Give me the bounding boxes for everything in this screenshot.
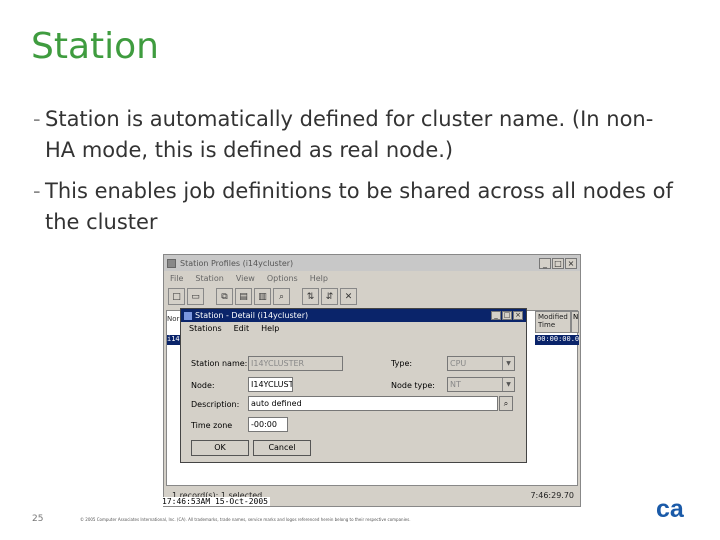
bullet-2: - This enables job definitions to be sha… (33, 176, 693, 238)
description-label: Description: (191, 400, 240, 409)
dialog-titlebar: Station - Detail (i14ycluster) _ □ × (181, 309, 526, 322)
type-select[interactable]: CPU ▼ (447, 356, 515, 371)
station-profiles-titlebar: Station Profiles (i14ycluster) _ □ × (164, 255, 580, 271)
dialog-minimize-button[interactable]: _ (491, 311, 501, 320)
outer-toolbar: □ ▭ ⧉ ▤ ▥ ⌕ ⇅ ⇵ ✕ (168, 288, 357, 308)
type-label: Type: (391, 359, 413, 368)
chevron-down-icon[interactable]: ▼ (502, 357, 514, 370)
print-icon[interactable]: ▤ (235, 288, 252, 305)
maximize-button[interactable]: □ (552, 257, 564, 269)
node-type-label: Node type: (391, 381, 435, 390)
time-zone-field[interactable]: -00:00 (248, 417, 288, 432)
station-name-label: Station name: (191, 359, 248, 368)
menu-station[interactable]: Station (195, 274, 223, 283)
page-number: 25 (32, 514, 44, 524)
bullet-text: Station is automatically defined for clu… (45, 107, 654, 162)
menu-edit[interactable]: Edit (234, 324, 250, 333)
menu-view[interactable]: View (236, 274, 255, 283)
time-zone-label: Time zone (191, 421, 233, 430)
menu-help[interactable]: Help (261, 324, 279, 333)
close-list-icon[interactable]: ✕ (340, 288, 357, 305)
window-title: Station Profiles (i14ycluster) (180, 258, 294, 268)
sort-desc-icon[interactable]: ⇵ (321, 288, 338, 305)
dialog-close-button[interactable]: × (513, 311, 523, 320)
type-value: CPU (450, 359, 467, 368)
copyright-text: © 2005 Computer Associates International… (80, 517, 411, 522)
timestamp-overlay: 17:46:53AM 15-Oct-2005 (160, 497, 270, 506)
ca-logo: ca (656, 496, 685, 522)
menu-options[interactable]: Options (267, 274, 298, 283)
menu-help[interactable]: Help (310, 274, 328, 283)
app-icon (167, 258, 176, 268)
station-detail-dialog: Station - Detail (i14ycluster) _ □ × Sta… (180, 308, 527, 463)
modified-time-cell[interactable]: 00:00:00.0 (535, 335, 579, 345)
node-field[interactable]: I14YCLUST (248, 377, 293, 392)
ok-button[interactable]: OK (191, 440, 249, 456)
chevron-down-icon[interactable]: ▼ (502, 378, 514, 391)
sort-asc-icon[interactable]: ⇅ (302, 288, 319, 305)
minimize-button[interactable]: _ (539, 257, 551, 269)
dialog-app-icon (184, 311, 192, 320)
node-label: Node: (191, 381, 215, 390)
bullet-text: This enables job definitions to be share… (45, 179, 673, 234)
bullet-dash: - (33, 179, 41, 203)
node-type-select[interactable]: NT ▼ (447, 377, 515, 392)
slide-title: Station (31, 26, 159, 67)
column-header-modified-time[interactable]: Modified Time (535, 311, 571, 333)
logo-text: ca (656, 496, 685, 522)
menu-file[interactable]: File (170, 274, 183, 283)
status-time: 7:46:29.70 (530, 490, 574, 500)
dialog-menubar: Stations Edit Help (181, 322, 526, 335)
outer-menubar: File Station View Options Help (164, 271, 580, 285)
column-header-extra[interactable]: N (571, 311, 579, 333)
find-icon[interactable]: ⌕ (273, 288, 290, 305)
menu-stations[interactable]: Stations (189, 324, 222, 333)
dialog-maximize-button[interactable]: □ (502, 311, 512, 320)
bullet-dash: - (33, 107, 41, 131)
delete-icon[interactable]: ▥ (254, 288, 271, 305)
close-button[interactable]: × (565, 257, 577, 269)
open-icon[interactable]: ▭ (187, 288, 204, 305)
bullet-1: - Station is automatically defined for c… (33, 104, 673, 166)
dialog-title: Station - Detail (i14ycluster) (195, 311, 309, 320)
copy-icon[interactable]: ⧉ (216, 288, 233, 305)
node-type-value: NT (450, 380, 461, 389)
station-name-field[interactable]: I14YCLUSTER (248, 356, 343, 371)
list-header-name[interactable]: Nor (167, 315, 179, 323)
new-icon[interactable]: □ (168, 288, 185, 305)
cancel-button[interactable]: Cancel (253, 440, 311, 456)
lookup-icon[interactable]: ⌕ (499, 396, 513, 411)
description-field[interactable]: auto defined (248, 396, 498, 411)
